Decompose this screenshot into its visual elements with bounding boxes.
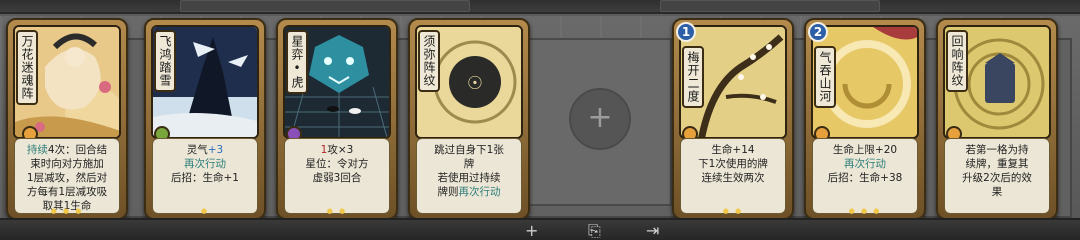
card-name: 飞鸿踏雪	[154, 30, 176, 92]
deck-icon[interactable]: ⎘	[588, 222, 601, 240]
svg-text:☉: ☉	[467, 73, 483, 94]
card-dots: ● ● ●	[848, 207, 882, 215]
card-dots: ●	[200, 207, 210, 215]
card-description-text: 生命+14	[711, 144, 755, 156]
card-description-text: 若使用过持续	[437, 172, 501, 184]
card-description-text: 下1次使用的牌	[698, 158, 768, 170]
top-bar	[0, 0, 1080, 14]
card-description-line: 再次行动	[156, 157, 254, 171]
card-description-text: 灵气	[186, 144, 208, 156]
card-description-line: 跳过自身下1张	[420, 143, 518, 157]
card-description-text: 牌则	[437, 186, 459, 198]
card-name: 气吞山河	[814, 46, 836, 108]
card-description-line: 若第一格为持	[948, 143, 1046, 157]
card-description-line: 牌则再次行动	[420, 185, 518, 199]
card-wanhua-mihun-zhen[interactable]: 万花迷魂阵 持续4次：回合结 束时向对方施加 1层减攻，然后对 方每有1层减攻吸 取其1…	[6, 18, 128, 220]
add-card-button[interactable]: +	[569, 88, 631, 150]
card-description-text: 虚弱3回合	[312, 172, 362, 184]
card-description-text: 再次行动	[458, 186, 501, 198]
card-description-line: 星位：令对方	[288, 157, 386, 171]
card-name: 梅开二度	[682, 46, 704, 108]
card-xumi-zhenwen[interactable]: ☉ 须弥阵纹 跳过自身下1张牌若使用过持续 牌则再次行动	[408, 18, 530, 220]
card-meikai-erdu[interactable]: 1 梅开二度 生命+14 下1次使用的牌 连续生效两次 ● ●	[672, 18, 794, 220]
card-description-text: 连续生效两次	[701, 172, 765, 184]
card-dots: ● ● ●	[50, 207, 84, 215]
card-description-text: 方每有1层减攻吸	[26, 186, 108, 198]
card-description: 1攻×3 星位：令对方 虚弱3回合	[284, 138, 390, 214]
card-description-line: 果	[948, 185, 1046, 199]
card-description: 生命上限+20 再次行动后招：生命+38	[812, 138, 918, 214]
card-description-text: 持续	[26, 144, 48, 156]
card-description: 若第一格为持 续牌，重复其 升级2次后的效果	[944, 138, 1050, 214]
card-description-text: 后招：生命+38	[827, 172, 903, 184]
card-description-line: 下1次使用的牌	[684, 157, 782, 171]
card-description-line: 生命上限+20	[816, 143, 914, 157]
card-description-text: 升级2次后的效	[962, 172, 1032, 184]
card-description-line: 后招：生命+38	[816, 171, 914, 185]
card-name: 万花迷魂阵	[16, 30, 38, 105]
card-name: 回响阵纹	[946, 30, 968, 92]
add-icon[interactable]: +	[525, 222, 538, 240]
card-xingyi-hu[interactable]: 星弈•虎 1攻×3 星位：令对方 虚弱3回合 ● ●	[276, 18, 398, 220]
card-description-text: +3	[207, 144, 224, 156]
card-description: 持续4次：回合结 束时向对方施加 1层减攻，然后对 方每有1层减攻吸 取其1生命	[14, 138, 120, 214]
card-description-line: 1层减攻，然后对	[18, 171, 116, 185]
card-description-line: 升级2次后的效	[948, 171, 1046, 185]
card-description-text: 再次行动	[184, 158, 226, 170]
card-feihong-taxue[interactable]: 飞鸿踏雪 灵气+3 再次行动 后招：生命+1 ●	[144, 18, 266, 220]
card-description-line: 连续生效两次	[684, 171, 782, 185]
card-description: 生命+14 下1次使用的牌 连续生效两次	[680, 138, 786, 214]
card-description-line: 虚弱3回合	[288, 171, 386, 185]
card-dots: ● ●	[326, 207, 348, 215]
card-description-line: 续牌，重复其	[948, 157, 1046, 171]
card-description-line: 方每有1层减攻吸	[18, 185, 116, 199]
card-dots: ● ●	[722, 207, 744, 215]
card-description-text: 4次：回合结	[47, 144, 108, 156]
card-description-text: 星位：令对方	[305, 158, 369, 170]
bottom-toolbar: + ⎘ ⇥	[0, 218, 1080, 240]
card-description-line: 后招：生命+1	[156, 171, 254, 185]
plus-icon: +	[587, 100, 613, 135]
card-description-line: 1攻×3	[288, 143, 386, 157]
card-description-text: 束时向对方施加	[30, 158, 104, 170]
card-description-line: 再次行动	[816, 157, 914, 171]
card-description-line: 灵气+3	[156, 143, 254, 157]
card-level-badge: 1	[676, 22, 696, 42]
card-description-text: 攻×3	[327, 144, 354, 156]
card-name: 星弈•虎	[286, 30, 308, 94]
card-description-line: 束时向对方施加	[18, 157, 116, 171]
card-description-text: 牌	[463, 158, 475, 170]
exit-icon[interactable]: ⇥	[646, 222, 659, 240]
card-description-text: 后招：生命+1	[171, 172, 239, 184]
card-description-text: 果	[991, 186, 1003, 198]
card-description-line: 若使用过持续	[420, 171, 518, 185]
card-level-badge: 2	[808, 22, 828, 42]
top-bar-slot	[180, 0, 470, 12]
card-name: 须弥阵纹	[418, 30, 440, 92]
top-bar-slot	[660, 0, 880, 12]
card-description-text: 跳过自身下1张	[434, 144, 504, 156]
card-description: 灵气+3 再次行动 后招：生命+1	[152, 138, 258, 214]
card-description-text: 生命上限+20	[832, 144, 898, 156]
card-description: 跳过自身下1张牌若使用过持续 牌则再次行动	[416, 138, 522, 214]
card-qitun-shanhe[interactable]: 2 气吞山河 生命上限+20 再次行动后招：生命+38 ● ● ●	[804, 18, 926, 220]
card-description-text: 若第一格为持	[965, 144, 1029, 156]
card-description-text: 再次行动	[844, 158, 886, 170]
card-description-text: 1层减攻，然后对	[26, 172, 108, 184]
card-description-text: 续牌，重复其	[965, 158, 1029, 170]
card-description-line: 牌	[420, 157, 518, 171]
card-description-line: 生命+14	[684, 143, 782, 157]
card-description-line: 持续4次：回合结	[18, 143, 116, 157]
card-huixiang-zhenwen[interactable]: 回响阵纹 若第一格为持 续牌，重复其 升级2次后的效果	[936, 18, 1058, 220]
